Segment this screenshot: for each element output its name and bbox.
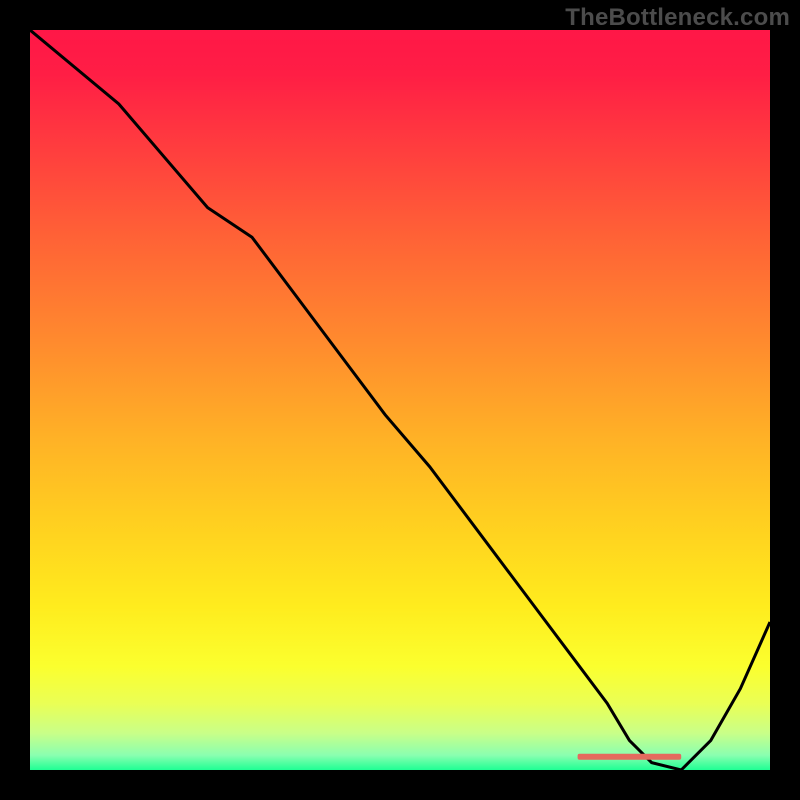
gradient-background [30, 30, 770, 770]
chart-frame: TheBottleneck.com [0, 0, 800, 800]
watermark-text: TheBottleneck.com [565, 4, 790, 32]
chart-plot-area [30, 30, 770, 770]
optimal-range-marker [578, 754, 682, 760]
chart-svg [30, 30, 770, 770]
